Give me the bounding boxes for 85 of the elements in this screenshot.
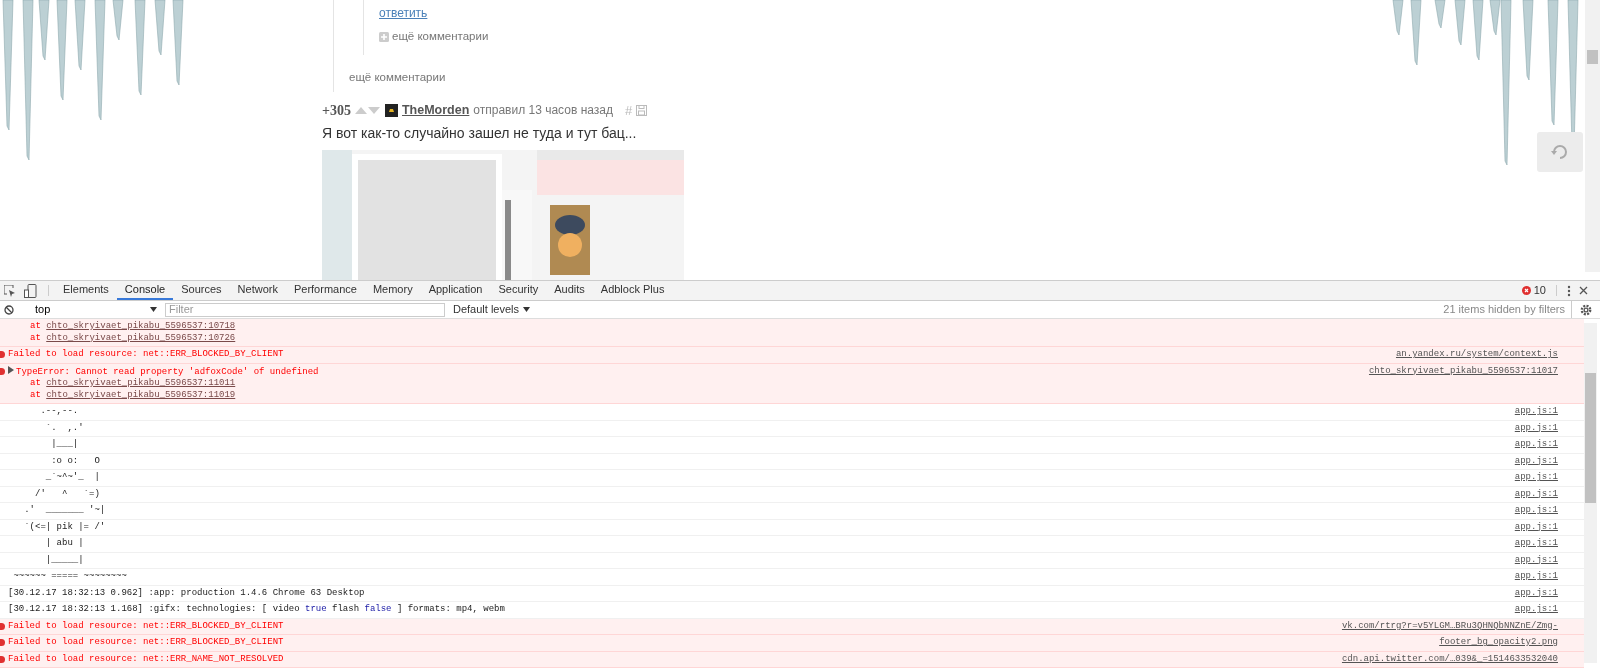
devtools-tab[interactable]: Security: [490, 281, 547, 300]
error-icon: [0, 639, 5, 646]
source-link[interactable]: footer_bg_opacity2.png: [1439, 637, 1584, 649]
stack-link[interactable]: chto_skryivaet_pikabu_5596537:11019: [46, 389, 236, 400]
context-select[interactable]: top: [31, 301, 161, 318]
error-icon: [0, 622, 5, 630]
source-link[interactable]: app.js:1: [1514, 505, 1584, 517]
devtools-tab[interactable]: Sources: [173, 281, 230, 300]
error-icon: [0, 367, 5, 375]
console-message: [30.12.17 18:32:13 1.168] :gifx: technologies: [ video true flash false ] formats: mp4, webm: [8, 604, 506, 616]
console-message: Failed to load resource: net::ERR_BLOCKED_BY_CLIENT: [8, 637, 285, 649]
devtools-tab[interactable]: Memory: [364, 281, 421, 300]
source-link[interactable]: app.js:1: [1514, 587, 1584, 599]
block-icon: [4, 304, 14, 315]
gear-icon: [1580, 303, 1592, 316]
console-message: `(<=| pik |= /': [23, 521, 107, 533]
source-link[interactable]: app.js:1: [1514, 604, 1584, 616]
error-icon: [0, 655, 5, 663]
rating-count: +305: [322, 101, 351, 120]
devtools-tab[interactable]: Console: [116, 281, 174, 300]
devtools-tab[interactable]: Application: [420, 281, 491, 300]
stack-label: at: [30, 332, 41, 343]
caret-icon: [150, 307, 157, 312]
source-link[interactable]: app.js:1: [1514, 488, 1584, 500]
console-message: |___|: [50, 439, 80, 451]
console-message: TypeError: Cannot read property 'adfoxCode' of undefined: [16, 366, 319, 377]
console-message: .--,--.: [39, 406, 80, 418]
scrollbar[interactable]: [1584, 323, 1597, 663]
devtools-tab[interactable]: Performance: [285, 281, 365, 300]
source-link[interactable]: app.js:1: [1514, 422, 1584, 434]
console-message: Failed to load resource: net::ERR_BLOCKED_BY_CLIENT: [8, 349, 285, 361]
more-comments-link[interactable]: ещё комментарии: [379, 28, 489, 46]
source-link[interactable]: app.js:1: [1514, 472, 1584, 484]
devtools-tab[interactable]: Adblock Plus: [592, 281, 673, 300]
stack-label: at: [30, 378, 41, 388]
console-message: | abu |: [44, 538, 85, 550]
kebab-icon: [1567, 284, 1571, 297]
devtools-tab[interactable]: Elements: [55, 281, 117, 300]
filter-field[interactable]: Filter: [165, 302, 445, 317]
console-message: _`~^~'_ |: [44, 472, 101, 484]
hidden-items-note: 21 items hidden by filters: [1443, 301, 1572, 318]
source-link[interactable]: app.js:1: [1514, 439, 1584, 451]
levels-dropdown[interactable]: Default levels: [449, 301, 535, 318]
source-link[interactable]: app.js:1: [1514, 538, 1584, 550]
post-time: отправил 13 часов назад: [473, 102, 613, 120]
stack-link[interactable]: chto_skryivaet_pikabu_5596537:11011: [46, 378, 236, 388]
source-link[interactable]: app.js:1: [1514, 406, 1584, 418]
source-link[interactable]: app.js:1: [1514, 571, 1584, 583]
scrollbar[interactable]: [1585, 0, 1600, 272]
source-link[interactable]: app.js:1: [1514, 521, 1584, 533]
source-link[interactable]: an.yandex.ru/system/context.js: [1395, 349, 1584, 361]
source-link[interactable]: app.js:1: [1514, 554, 1584, 566]
close-icon: [1579, 286, 1588, 295]
console-message: |_____|: [44, 554, 85, 566]
console-message: ~~~~~~ ===== ~~~~~~~~: [12, 571, 128, 583]
stack-link[interactable]: chto_skryivaet_pikabu_5596537:10718: [46, 321, 236, 331]
source-link[interactable]: vk.com/rtrg?r=v5YLGM…BRu3QHNQbNNZnE/Zmg-: [1341, 620, 1584, 632]
console-message: Failed to load resource: net::ERR_NAME_NOT_RESOLVED: [8, 653, 285, 665]
console-message: .' _______ '~|: [23, 505, 107, 517]
plus-icon: [379, 31, 389, 42]
refresh-icon: [1550, 142, 1570, 162]
error-icon: [0, 351, 5, 358]
stack-label: at: [30, 389, 41, 400]
error-counter[interactable]: 10: [1517, 281, 1550, 300]
console-message: [30.12.17 18:32:13 0.962] :app: production 1.4.6 Chrome 63 Desktop: [8, 587, 366, 599]
avatar-icon: [385, 103, 398, 117]
stack-link[interactable]: chto_skryivaet_pikabu_5596537:10726: [46, 332, 236, 343]
post-title: Я вот как-то случайно зашел не туда и тут бац...: [322, 123, 638, 143]
reply-link[interactable]: ответить: [379, 4, 428, 22]
source-link[interactable]: app.js:1: [1514, 455, 1584, 467]
author-link[interactable]: TheMorden: [402, 101, 470, 120]
expand-arrow-icon[interactable]: [8, 365, 14, 374]
source-link[interactable]: chto_skryivaet_pikabu_5596537:11017: [1368, 365, 1584, 377]
console-message: Failed to load resource: net::ERR_BLOCKED_BY_CLIENT: [8, 620, 285, 632]
caret-icon: [523, 307, 531, 312]
devtools-tab[interactable]: Network: [229, 281, 286, 300]
source-link[interactable]: cdn.api.twitter.com/…039&_=1514633532040: [1341, 653, 1584, 665]
devtools-tab[interactable]: Audits: [546, 281, 593, 300]
more-comments-link[interactable]: ещё комментарии: [349, 68, 446, 86]
error-icon: [1521, 286, 1531, 295]
console-message: :o o: O: [50, 455, 101, 467]
stack-label: at: [30, 321, 41, 331]
console-message: /' ^ `=): [34, 488, 101, 500]
cursor-icon: [4, 284, 16, 297]
console-message: `. ,.': [44, 422, 85, 434]
